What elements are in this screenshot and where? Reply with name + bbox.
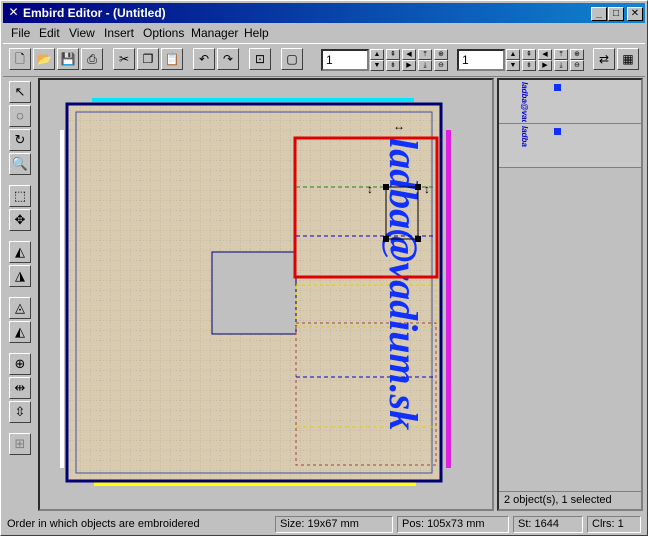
top-guide xyxy=(92,98,414,102)
print-icon[interactable]: ⎙ xyxy=(81,48,103,70)
spin-5[interactable]: ⊕ ⊖ xyxy=(434,49,448,71)
spin-6[interactable]: ▲ ▼ xyxy=(506,49,520,71)
main-toolbar: 🗋 📂 💾 ⎙ ✂ ❐ 📋 ↶ ↷ ⊡ ▢ 1 ▲ ▼ ⇞ ⇟ ◀ ▶ ⤒ ⤓ ⊕ ⊖ 1… xyxy=(3,43,645,77)
object-thumbnail: ladba@vadium.sk xyxy=(520,82,529,122)
align-horizontal-icon[interactable]: ⇹ xyxy=(9,377,31,399)
menu-options[interactable]: Options xyxy=(143,26,184,40)
spin-8[interactable]: ◀ ▶ xyxy=(538,49,552,71)
status-position: Pos: 105x73 mm xyxy=(397,516,509,533)
cut-icon[interactable]: ✂ xyxy=(113,48,135,70)
embroidery-text[interactable]: ladba@vadium.sk xyxy=(381,138,426,430)
spin-10[interactable]: ⊕ ⊖ xyxy=(570,49,584,71)
right-guide xyxy=(446,130,451,468)
lasso-select-icon[interactable]: ◌ xyxy=(9,105,31,127)
object-marker xyxy=(554,84,561,91)
hoop-drawing: ladba@vadium.sk ↔ ↕ ↕ xyxy=(60,98,451,486)
left-toolbox: ↖ ◌ ↻ 🔍 ⬚ ✥ ◭ ◮ ◬ ◭ ⊕ ⇹ ⇳ ⊞ xyxy=(5,79,35,511)
rotate-icon[interactable]: ↻ xyxy=(9,129,31,151)
minimize-button[interactable]: _ xyxy=(591,7,607,21)
left-guide xyxy=(60,130,64,468)
order-icon[interactable]: ⊞ xyxy=(9,433,31,455)
design-canvas[interactable]: ladba@vadium.sk ↔ ↕ ↕ xyxy=(38,78,494,511)
menu-view[interactable]: View xyxy=(69,26,95,40)
status-stitches: St: 1644 xyxy=(513,516,583,533)
resize-vertical-icon-left[interactable]: ↕ xyxy=(367,182,373,196)
menu-manager[interactable]: Manager xyxy=(191,26,238,40)
spin-2[interactable]: ⇞ ⇟ xyxy=(386,49,400,71)
menu-edit[interactable]: Edit xyxy=(39,26,60,40)
spin-3[interactable]: ◀ ▶ xyxy=(402,49,416,71)
object-list-item[interactable]: ladba xyxy=(499,124,641,168)
rotate-right-icon[interactable]: ◭ xyxy=(9,321,31,343)
title-bar: ✕ Embird Editor - (Untitled) _ □ ✕ xyxy=(3,3,645,23)
menu-file[interactable]: File xyxy=(11,26,30,40)
resize-horizontal-icon[interactable]: ↔ xyxy=(393,119,405,133)
center-block xyxy=(211,251,297,335)
app-window: ✕ Embird Editor - (Untitled) _ □ ✕ File … xyxy=(0,0,648,536)
menu-help[interactable]: Help xyxy=(244,26,269,40)
status-colors: Clrs: 1 xyxy=(587,516,641,533)
rotate-left-icon[interactable]: ◬ xyxy=(9,297,31,319)
window-title: Embird Editor - (Untitled) xyxy=(23,6,166,20)
grid-toggle-icon[interactable]: ▦ xyxy=(617,48,639,70)
resize-vertical-icon-right[interactable]: ↕ xyxy=(424,182,430,196)
object-thumbnail: ladba xyxy=(520,126,529,147)
align-vertical-icon[interactable]: ⇳ xyxy=(9,401,31,423)
redo-icon[interactable]: ↷ xyxy=(217,48,239,70)
color-swap-icon[interactable]: ⇄ xyxy=(593,48,615,70)
save-icon[interactable]: 💾 xyxy=(57,48,79,70)
copy-icon[interactable]: ❐ xyxy=(137,48,159,70)
object-list-item[interactable]: ladba@vadium.sk xyxy=(499,80,641,124)
resize-handle-tr[interactable] xyxy=(415,184,421,190)
mirror-vertical-icon[interactable]: ◮ xyxy=(9,265,31,287)
paste-icon[interactable]: 📋 xyxy=(161,48,183,70)
spin-9[interactable]: ⤒ ⤓ xyxy=(554,49,568,71)
center-icon[interactable]: ⊕ xyxy=(9,353,31,375)
menu-insert[interactable]: Insert xyxy=(104,26,134,40)
close-button[interactable]: ✕ xyxy=(627,7,643,21)
object-list-panel: ladba@vadium.sk ladba 2 object(s), 1 sel… xyxy=(497,78,643,511)
spin-4[interactable]: ⤒ ⤓ xyxy=(418,49,432,71)
status-bar: Order in which objects are embroidered S… xyxy=(3,514,645,534)
resize-handle-tl[interactable] xyxy=(383,184,389,190)
resize-handle-br[interactable] xyxy=(415,236,421,242)
spin-1[interactable]: ▲ ▼ xyxy=(370,49,384,71)
value-field-1[interactable]: 1 xyxy=(321,49,369,71)
open-folder-icon[interactable]: 📂 xyxy=(33,48,55,70)
status-size: Size: 19x67 mm xyxy=(275,516,393,533)
status-hint: Order in which objects are embroidered xyxy=(7,518,200,530)
scale-one-to-one-icon[interactable]: ⊡ xyxy=(249,48,271,70)
app-icon: ✕ xyxy=(8,5,19,19)
menu-bar: File Edit View Insert Options Manager He… xyxy=(3,24,645,42)
select-arrow-icon[interactable]: ↖ xyxy=(9,81,31,103)
maximize-button[interactable]: □ xyxy=(608,7,624,21)
zoom-icon[interactable]: 🔍 xyxy=(9,153,31,175)
resize-handle-bl[interactable] xyxy=(383,236,389,242)
value-field-2[interactable]: 1 xyxy=(457,49,505,71)
bottom-guide xyxy=(94,482,416,486)
resize-page-icon[interactable]: ⬚ xyxy=(9,185,31,207)
spin-7[interactable]: ⇞ ⇟ xyxy=(522,49,536,71)
new-file-icon[interactable]: 🗋 xyxy=(9,48,31,70)
mirror-horizontal-icon[interactable]: ◭ xyxy=(9,241,31,263)
undo-icon[interactable]: ↶ xyxy=(193,48,215,70)
move-icon[interactable]: ✥ xyxy=(9,209,31,231)
stop-icon[interactable]: ▢ xyxy=(281,48,303,70)
object-marker xyxy=(554,128,561,135)
object-count-status: 2 object(s), 1 selected xyxy=(499,491,641,509)
